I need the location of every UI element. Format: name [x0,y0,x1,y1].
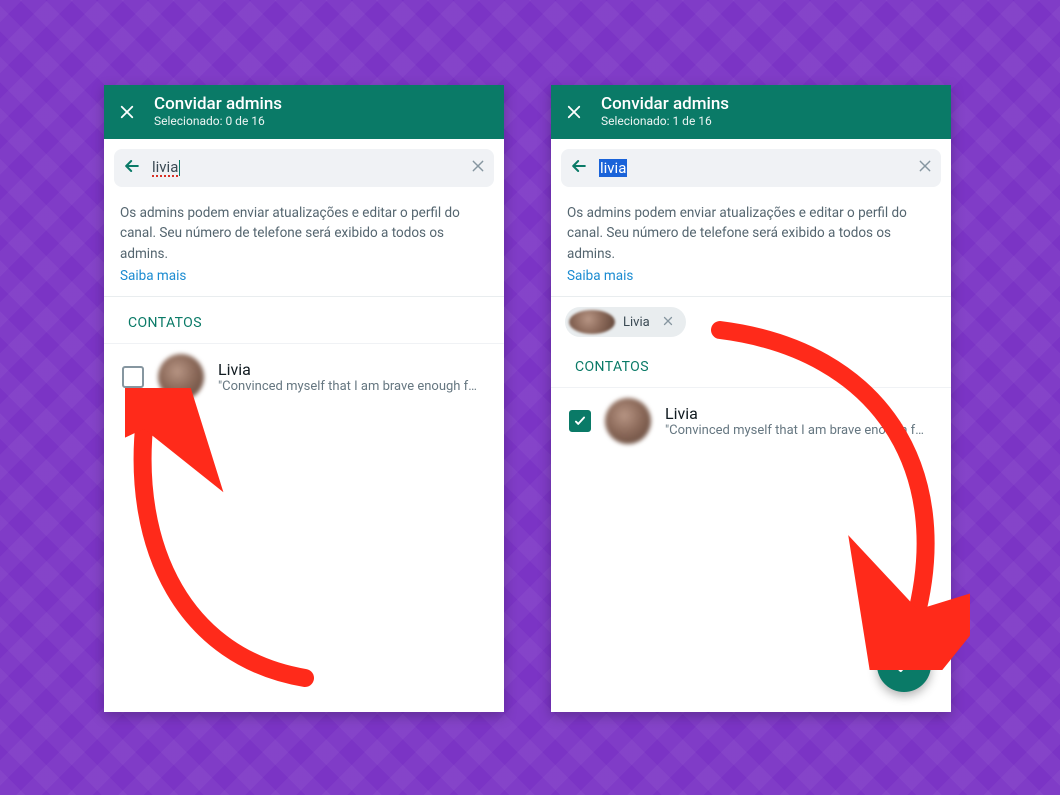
contact-name: Livia [218,360,477,379]
learn-more-link[interactable]: Saiba mais [567,266,633,286]
selected-contact-chip: Livia [565,307,686,337]
avatar [569,310,615,334]
chip-remove-icon[interactable] [658,313,678,331]
invite-admins-panel-step2: Convidar admins Selecionado: 1 de 16 liv… [551,85,951,712]
search-input[interactable]: livia [599,159,907,177]
contact-status: "Convinced myself that I am brave enough… [218,379,477,394]
search-bar: livia [561,149,941,187]
contact-checkbox[interactable] [569,410,591,432]
close-icon[interactable] [565,103,583,121]
contacts-section-label: CONTATOS [551,341,951,387]
header-title: Convidar admins [154,95,282,115]
search-bar: livia [114,149,494,187]
back-arrow-icon[interactable] [569,156,589,180]
info-text: Os admins podem enviar atualizações e ed… [120,205,460,262]
info-text-block: Os admins podem enviar atualizações e ed… [551,187,951,296]
back-arrow-icon[interactable] [122,156,142,180]
contact-row[interactable]: Livia "Convinced myself that I am brave … [104,343,504,410]
header-subtitle: Selecionado: 1 de 16 [601,115,729,129]
contact-name: Livia [665,404,924,423]
clear-search-icon[interactable] [917,158,933,178]
header-subtitle: Selecionado: 0 de 16 [154,115,282,129]
panel-header: Convidar admins Selecionado: 0 de 16 [104,85,504,139]
learn-more-link[interactable]: Saiba mais [120,266,186,286]
chip-label: Livia [623,315,650,330]
search-input[interactable]: livia [152,160,460,177]
info-text-block: Os admins podem enviar atualizações e ed… [104,187,504,296]
close-icon[interactable] [118,103,136,121]
avatar [605,398,651,444]
contact-row[interactable]: Livia "Convinced myself that I am brave … [551,387,951,454]
contact-checkbox[interactable] [122,366,144,388]
contacts-section-label: CONTATOS [104,297,504,343]
check-icon [891,652,917,678]
header-title: Convidar admins [601,95,729,115]
contact-status: "Convinced myself that I am brave enough… [665,423,924,438]
info-text: Os admins podem enviar atualizações e ed… [567,205,907,262]
clear-search-icon[interactable] [470,158,486,178]
panel-header: Convidar admins Selecionado: 1 de 16 [551,85,951,139]
confirm-fab[interactable] [877,638,931,692]
invite-admins-panel-step1: Convidar admins Selecionado: 0 de 16 liv… [104,85,504,712]
avatar [158,354,204,400]
